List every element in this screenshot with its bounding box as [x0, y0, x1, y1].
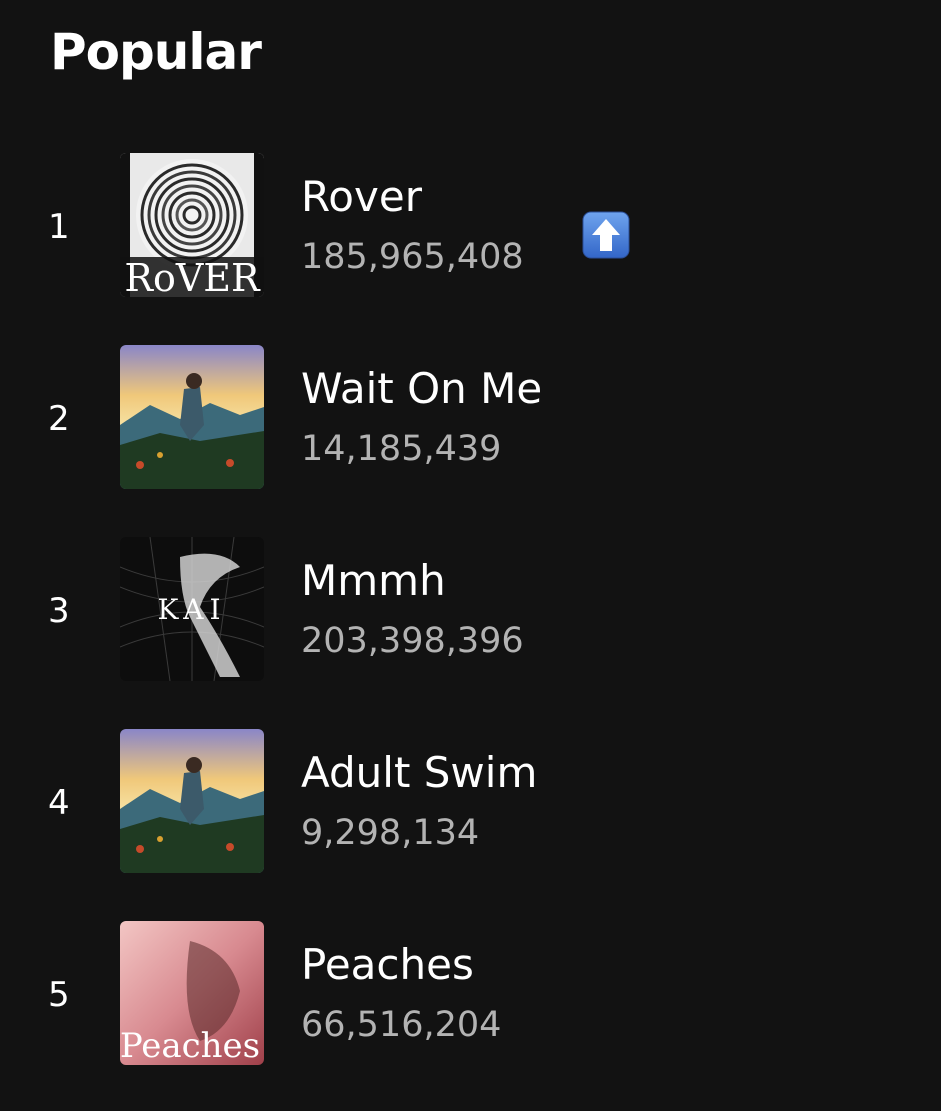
- track-row[interactable]: 1 RoVER Rover 185,965,408: [0, 153, 941, 303]
- section-title: Popular: [50, 23, 262, 81]
- track-rank: 1: [48, 207, 70, 247]
- track-title: Adult Swim: [301, 748, 538, 797]
- track-play-count: 14,185,439: [301, 429, 502, 469]
- track-row[interactable]: 4 Adult Swim 9,298,134: [0, 729, 941, 879]
- cover-text: RoVER: [124, 256, 261, 297]
- album-cover-peaches: Peaches: [120, 921, 264, 1065]
- track-rank: 2: [48, 399, 70, 439]
- track-title: Rover: [301, 172, 422, 221]
- track-play-count: 66,516,204: [301, 1005, 502, 1045]
- cover-text: KAI: [157, 593, 226, 626]
- track-title: Mmmh: [301, 556, 446, 605]
- up-arrow-icon: [582, 211, 630, 259]
- track-rank: 3: [48, 591, 70, 631]
- album-cover-rover: RoVER: [120, 153, 264, 297]
- track-rank: 4: [48, 783, 70, 823]
- track-rank: 5: [48, 975, 70, 1015]
- track-play-count: 9,298,134: [301, 813, 480, 853]
- album-cover-peaches-landscape: [120, 345, 264, 489]
- track-row[interactable]: 5 Peaches Peaches 66,516,204: [0, 921, 941, 1071]
- cover-text: Peaches: [120, 1026, 260, 1065]
- track-row[interactable]: 3 KAI Mmmh 203,398,396: [0, 537, 941, 687]
- album-cover-kai: KAI: [120, 537, 264, 681]
- track-title: Wait On Me: [301, 364, 543, 413]
- track-title: Peaches: [301, 940, 474, 989]
- track-play-count: 185,965,408: [301, 237, 524, 277]
- album-cover-peaches-landscape: [120, 729, 264, 873]
- track-play-count: 203,398,396: [301, 621, 524, 661]
- track-row[interactable]: 2 Wait On Me 14,185,439: [0, 345, 941, 495]
